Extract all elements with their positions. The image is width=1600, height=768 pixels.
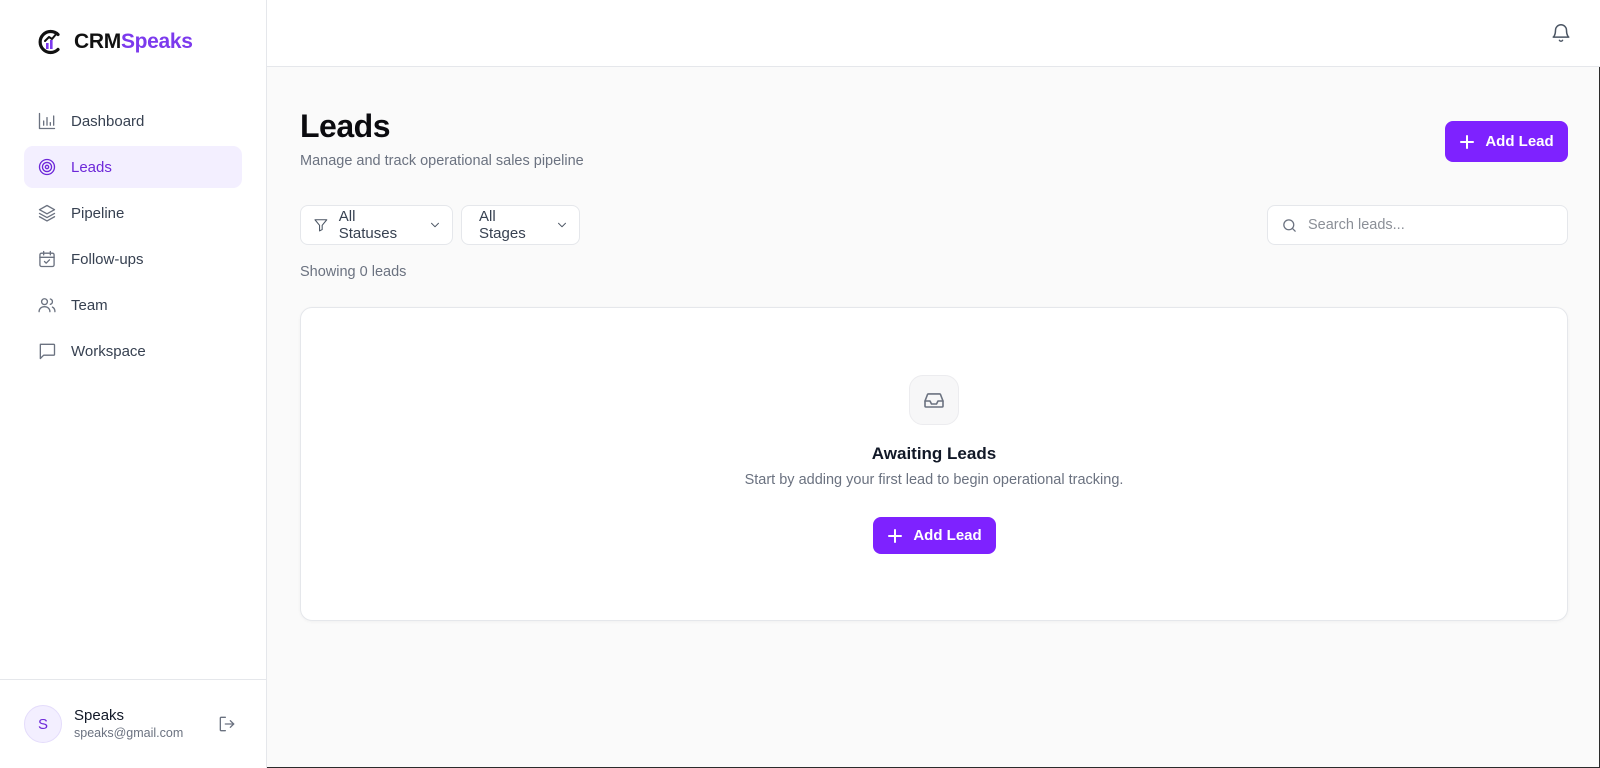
stage-filter-value: All Stages bbox=[479, 208, 526, 242]
status-filter-value: All Statuses bbox=[338, 208, 398, 242]
users-icon bbox=[38, 298, 56, 313]
user-profile: S Speaks speaks@gmail.com bbox=[0, 679, 266, 768]
bell-icon bbox=[1552, 24, 1570, 43]
sidebar-item-label: Leads bbox=[71, 158, 112, 176]
sidebar-item-dashboard[interactable]: Dashboard bbox=[24, 100, 242, 142]
search-input[interactable] bbox=[1308, 217, 1548, 233]
empty-state-title: Awaiting Leads bbox=[871, 444, 997, 463]
top-bar bbox=[267, 0, 1600, 67]
results-count: Showing 0 leads bbox=[300, 264, 407, 280]
sidebar-item-follow-ups[interactable]: Follow-ups bbox=[24, 238, 242, 280]
stage-filter-dropdown[interactable]: All Stages bbox=[461, 205, 580, 245]
page-title: Leads bbox=[300, 108, 390, 144]
sidebar-item-label: Pipeline bbox=[71, 204, 125, 222]
empty-state-icon bbox=[909, 375, 959, 425]
chevron-down-icon bbox=[558, 222, 566, 228]
sidebar: CRMSpeaks Dashboard Leads Pipeline Follo… bbox=[0, 0, 267, 768]
message-square-icon bbox=[39, 343, 56, 360]
plus-icon bbox=[1460, 134, 1475, 149]
plus-icon bbox=[888, 528, 903, 543]
crm-logo-icon bbox=[38, 29, 60, 55]
empty-add-lead-label: Add Lead bbox=[913, 527, 982, 544]
empty-state-description: Start by adding your first lead to begin… bbox=[744, 472, 1124, 488]
sidebar-item-team[interactable]: Team bbox=[24, 284, 242, 326]
inbox-icon bbox=[924, 393, 944, 408]
page-subtitle: Manage and track operational sales pipel… bbox=[300, 153, 584, 169]
search-icon bbox=[1283, 218, 1296, 232]
chevron-down-icon bbox=[431, 222, 439, 228]
empty-add-lead-button[interactable]: Add Lead bbox=[873, 517, 996, 554]
notifications-button[interactable] bbox=[1550, 22, 1572, 44]
status-filter-dropdown[interactable]: All Statuses bbox=[300, 205, 453, 245]
add-lead-button[interactable]: Add Lead bbox=[1445, 121, 1568, 162]
sidebar-nav: Dashboard Leads Pipeline Follow-ups Team… bbox=[24, 100, 242, 376]
sidebar-item-label: Dashboard bbox=[71, 112, 145, 130]
sidebar-item-label: Follow-ups bbox=[71, 250, 144, 268]
logout-icon bbox=[219, 716, 235, 732]
logout-button[interactable] bbox=[217, 714, 237, 734]
brand-name: CRMSpeaks bbox=[74, 30, 193, 53]
sidebar-item-label: Workspace bbox=[71, 342, 146, 360]
sidebar-item-workspace[interactable]: Workspace bbox=[24, 330, 242, 372]
user-email: speaks@gmail.com bbox=[74, 726, 184, 740]
brand-logo[interactable]: CRMSpeaks bbox=[36, 28, 193, 56]
sidebar-item-pipeline[interactable]: Pipeline bbox=[24, 192, 242, 234]
add-lead-label: Add Lead bbox=[1485, 133, 1554, 150]
empty-state-card: Awaiting Leads Start by adding your firs… bbox=[300, 307, 1568, 621]
user-name: Speaks bbox=[74, 707, 125, 724]
sidebar-item-label: Team bbox=[71, 296, 108, 314]
sidebar-item-leads[interactable]: Leads bbox=[24, 146, 242, 188]
target-icon bbox=[38, 158, 56, 176]
layers-icon bbox=[38, 204, 56, 222]
search-box bbox=[1267, 205, 1568, 245]
bar-chart-icon bbox=[38, 112, 56, 130]
calendar-check-icon bbox=[39, 250, 55, 268]
filter-icon bbox=[314, 219, 328, 232]
avatar[interactable]: S bbox=[24, 705, 62, 743]
